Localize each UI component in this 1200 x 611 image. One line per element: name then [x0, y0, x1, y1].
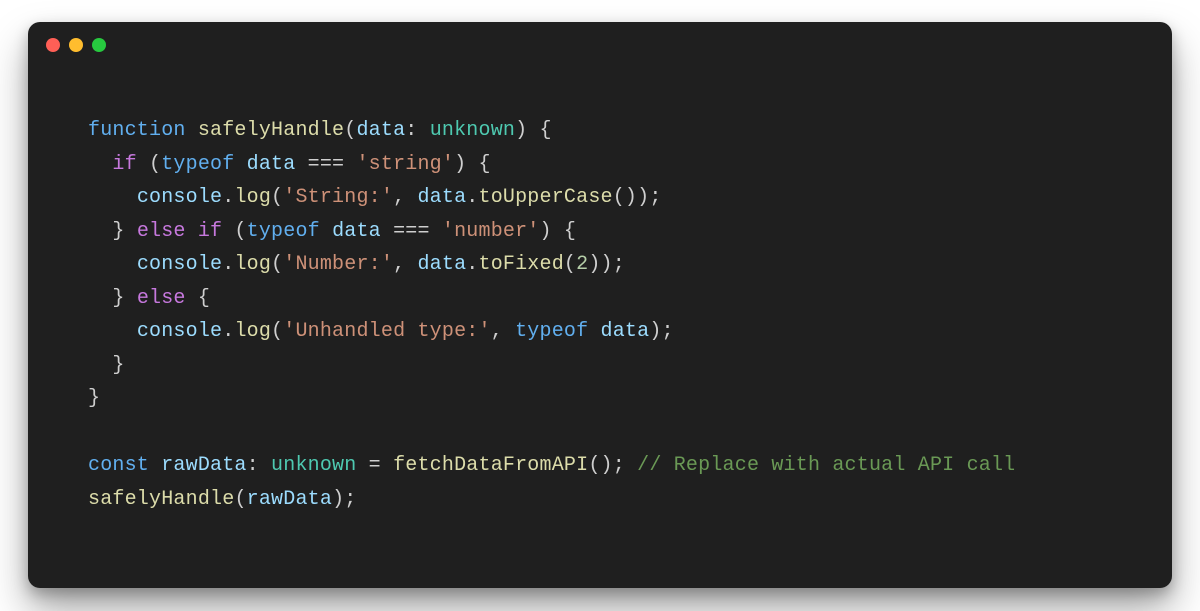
- token-id: console: [137, 186, 222, 209]
- token-pun: ) {: [540, 220, 577, 243]
- token-fn: log: [234, 320, 271, 343]
- token-fn: toUpperCase: [479, 186, 613, 209]
- token-ctl: else: [137, 287, 186, 310]
- token-id: data: [417, 186, 466, 209]
- code-line: if (typeof data === 'string') {: [88, 153, 491, 176]
- token-pun: ) {: [515, 119, 552, 142]
- token-id: data: [417, 253, 466, 276]
- token-kw: const: [88, 454, 161, 477]
- zoom-icon[interactable]: [92, 38, 106, 52]
- code-window: function safelyHandle(data: unknown) { i…: [28, 22, 1172, 588]
- token-str: 'String:': [283, 186, 393, 209]
- code-line: console.log('Unhandled type:', typeof da…: [88, 320, 674, 343]
- token-pun: [234, 153, 246, 176]
- token-fn: log: [234, 186, 271, 209]
- window-titlebar: [28, 22, 1172, 68]
- token-pun: (: [271, 253, 283, 276]
- minimize-icon[interactable]: [69, 38, 83, 52]
- token-ctl: else if: [137, 220, 222, 243]
- token-op: typeof: [515, 320, 588, 343]
- token-pun: ,: [393, 186, 417, 209]
- code-line: console.log('Number:', data.toFixed(2));: [88, 253, 625, 276]
- code-line: } else if (typeof data === 'number') {: [88, 220, 576, 243]
- token-id: data: [601, 320, 650, 343]
- token-pun: :: [405, 119, 429, 142]
- token-pun: [88, 186, 137, 209]
- token-pun: .: [466, 186, 478, 209]
- token-pun: ());: [613, 186, 662, 209]
- token-pun: {: [186, 287, 210, 310]
- token-pun: [88, 320, 137, 343]
- code-line: }: [88, 387, 100, 410]
- code-block: function safelyHandle(data: unknown) { i…: [28, 68, 1172, 516]
- token-fn: safelyHandle: [198, 119, 344, 142]
- token-cmt: // Replace with actual API call: [637, 454, 1015, 477]
- token-pun: ) {: [454, 153, 491, 176]
- token-pun: ===: [381, 220, 442, 243]
- token-fn: log: [234, 253, 271, 276]
- token-id: console: [137, 320, 222, 343]
- token-str: 'Number:': [283, 253, 393, 276]
- code-line: }: [88, 354, 125, 377]
- token-pun: =: [356, 454, 393, 477]
- code-line: safelyHandle(rawData);: [88, 488, 356, 511]
- token-str: 'string': [356, 153, 454, 176]
- token-pun: (: [271, 186, 283, 209]
- token-pun: (: [564, 253, 576, 276]
- token-pun: );: [649, 320, 673, 343]
- token-pun: (: [344, 119, 356, 142]
- token-pun: ,: [393, 253, 417, 276]
- token-pun: :: [247, 454, 271, 477]
- token-str: 'number': [442, 220, 540, 243]
- token-kw: function: [88, 119, 198, 142]
- token-pun: .: [222, 320, 234, 343]
- token-pun: ));: [588, 253, 625, 276]
- token-pun: (: [137, 153, 161, 176]
- token-typ: unknown: [271, 454, 356, 477]
- token-pun: }: [88, 387, 100, 410]
- token-fn: fetchDataFromAPI: [393, 454, 588, 477]
- code-line: console.log('String:', data.toUpperCase(…: [88, 186, 662, 209]
- token-pun: [88, 253, 137, 276]
- token-typ: unknown: [430, 119, 515, 142]
- token-pun: (: [234, 488, 246, 511]
- token-pun: [88, 153, 112, 176]
- token-id: data: [356, 119, 405, 142]
- token-pun: [320, 220, 332, 243]
- token-str: 'Unhandled type:': [283, 320, 490, 343]
- token-pun: ();: [588, 454, 637, 477]
- token-id: data: [247, 153, 296, 176]
- token-id: data: [332, 220, 381, 243]
- token-op: typeof: [247, 220, 320, 243]
- token-pun: (: [271, 320, 283, 343]
- code-line: function safelyHandle(data: unknown) {: [88, 119, 552, 142]
- code-line: } else {: [88, 287, 210, 310]
- token-pun: .: [222, 253, 234, 276]
- token-pun: (: [222, 220, 246, 243]
- close-icon[interactable]: [46, 38, 60, 52]
- token-ctl: if: [112, 153, 136, 176]
- code-line: const rawData: unknown = fetchDataFromAP…: [88, 454, 1015, 477]
- token-pun: .: [222, 186, 234, 209]
- token-pun: ,: [491, 320, 515, 343]
- token-fn: safelyHandle: [88, 488, 234, 511]
- token-pun: [588, 320, 600, 343]
- token-num: 2: [576, 253, 588, 276]
- token-pun: }: [88, 354, 125, 377]
- token-id: rawData: [247, 488, 332, 511]
- token-pun: );: [332, 488, 356, 511]
- token-id: rawData: [161, 454, 246, 477]
- token-pun: ===: [295, 153, 356, 176]
- token-pun: }: [88, 287, 137, 310]
- token-pun: .: [466, 253, 478, 276]
- token-id: console: [137, 253, 222, 276]
- token-fn: toFixed: [479, 253, 564, 276]
- token-pun: }: [88, 220, 137, 243]
- token-op: typeof: [161, 153, 234, 176]
